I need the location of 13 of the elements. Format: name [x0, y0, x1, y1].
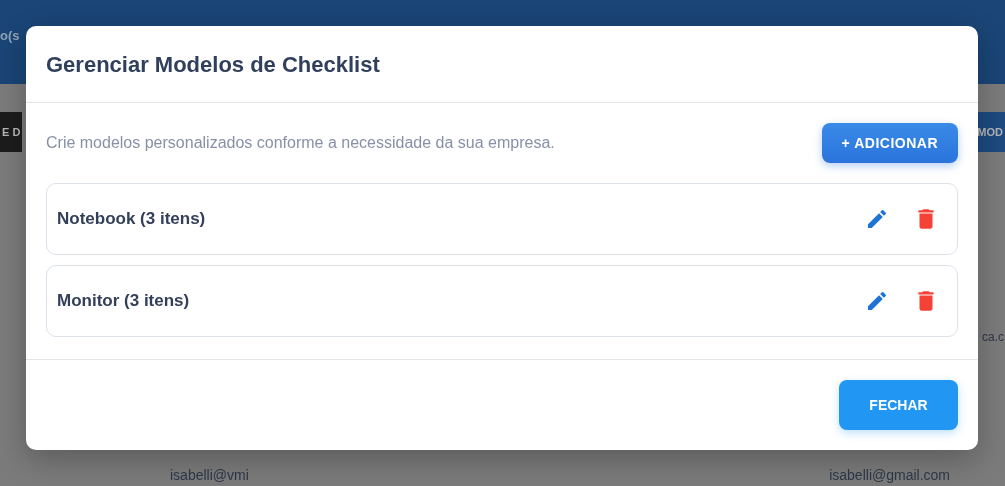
description: Crie modelos personalizados conforme a necessidade da sua empresa. [46, 134, 555, 152]
tab[interactable]: E D [0, 112, 23, 152]
dialog-title: Gerenciar Modelos de Checklist [26, 26, 978, 103]
header-text: o(s [0, 28, 20, 43]
pencil-icon [865, 207, 889, 231]
add-button[interactable]: + ADICIONAR [821, 123, 958, 163]
email-text: isabelli@vmi [170, 467, 249, 484]
model-name: Notebook (3 itens) [57, 209, 207, 229]
close-button[interactable]: FECHAR [839, 380, 958, 430]
model-name: Monitor (3 itens) [57, 291, 191, 311]
pencil-icon [865, 289, 889, 313]
table-cell: ca.c [982, 330, 1005, 344]
email-text: isabelli@gmail.com [829, 467, 950, 484]
